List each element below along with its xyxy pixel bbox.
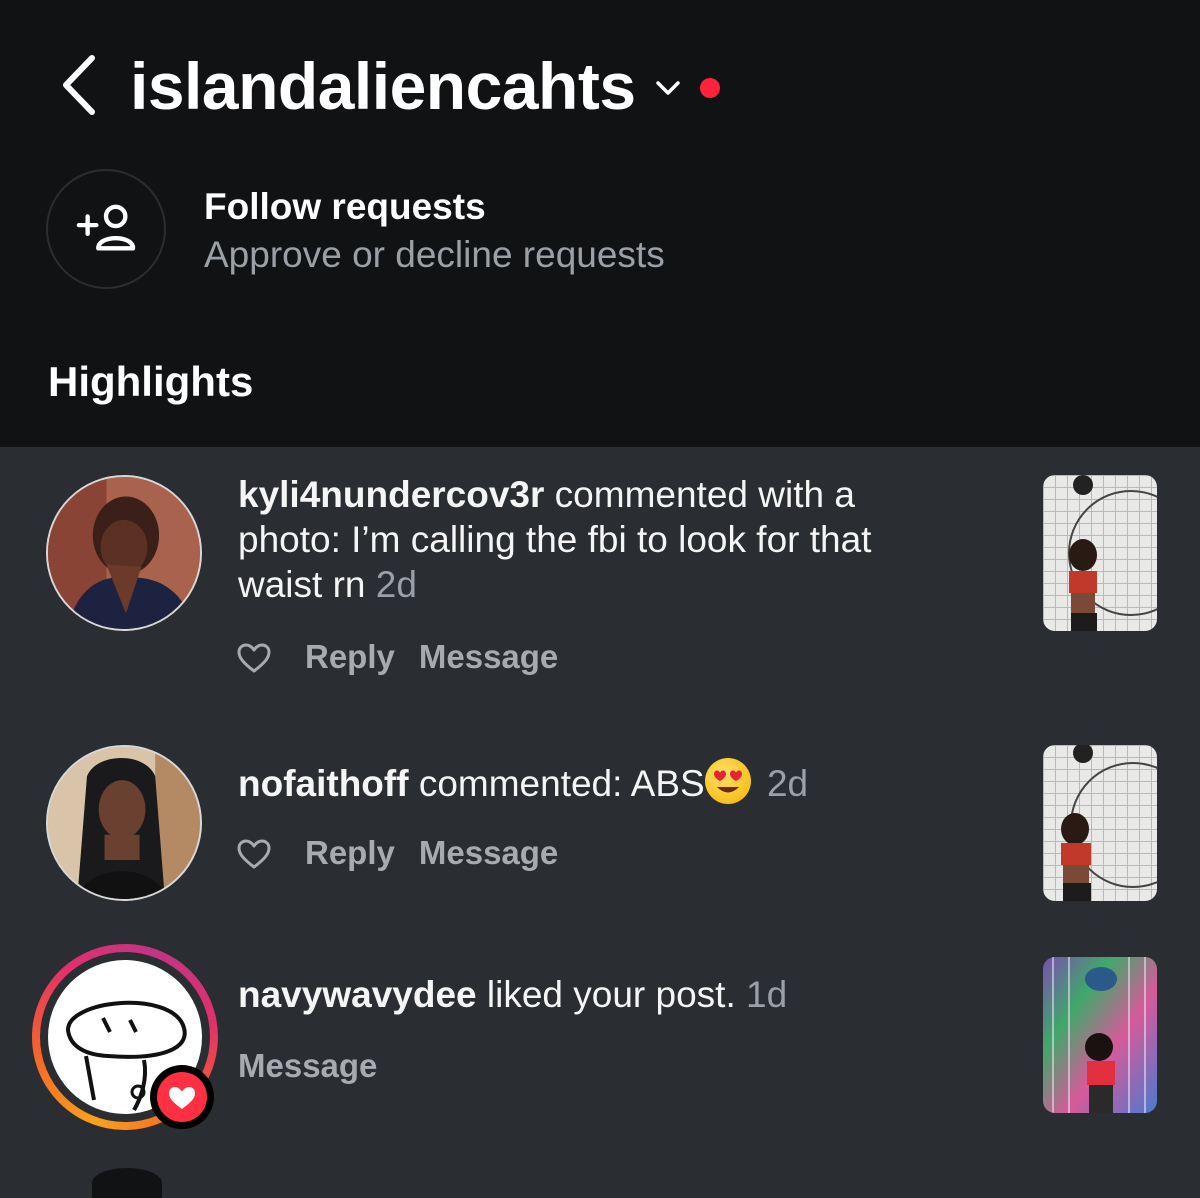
- thumbnail-photo: [1061, 745, 1157, 901]
- notification-text-3[interactable]: navywavydee liked your post. 1d: [238, 972, 787, 1017]
- notification-comment: photo: I’m calling the fbi to look for t…: [238, 519, 872, 560]
- post-thumbnail[interactable]: [1043, 745, 1157, 901]
- notification-text-1[interactable]: kyli4nundercov3r commented with a photo:…: [238, 472, 871, 607]
- follow-requests-icon-circle[interactable]: [46, 169, 166, 289]
- add-person-icon: [76, 204, 136, 251]
- notification-action: liked your post.: [476, 974, 736, 1015]
- notification-action: commented with a: [544, 474, 855, 515]
- chevron-down-icon[interactable]: [652, 76, 684, 100]
- avatar-photo: [48, 477, 200, 629]
- post-thumbnail[interactable]: [1043, 475, 1157, 631]
- message-button[interactable]: Message: [238, 1047, 377, 1084]
- unread-dot: [700, 78, 720, 98]
- header-area: islandaliencahts Follow requests Approve…: [0, 0, 1200, 447]
- notification-username[interactable]: navywavydee: [238, 974, 477, 1015]
- thumbnail-photo: [1068, 475, 1157, 631]
- section-title-highlights: Highlights: [48, 358, 254, 405]
- like-heart-icon[interactable]: [236, 838, 272, 870]
- follow-requests-title[interactable]: Follow requests: [204, 186, 486, 228]
- message-button[interactable]: Message: [419, 638, 558, 675]
- notification-actions-2: Reply Message: [305, 834, 582, 872]
- back-chevron-icon[interactable]: [52, 50, 112, 120]
- notification-time: 1d: [746, 974, 788, 1015]
- heart-filled-icon: [169, 1087, 195, 1109]
- follow-requests-subtitle: Approve or decline requests: [204, 234, 665, 275]
- reply-button[interactable]: Reply: [305, 834, 395, 871]
- avatar-photo: [48, 747, 200, 899]
- notification-username[interactable]: nofaithoff: [238, 763, 409, 804]
- notification-actions-3: Message: [238, 1047, 401, 1085]
- next-avatar-peek: [92, 1168, 162, 1198]
- notification-username[interactable]: kyli4nundercov3r: [238, 474, 544, 515]
- post-thumbnail[interactable]: [1043, 957, 1157, 1113]
- notification-text-2[interactable]: nofaithoff commented: ABS 2d: [238, 758, 808, 806]
- notification-actions-1: Reply Message: [305, 638, 582, 676]
- avatar-nofaithoff[interactable]: [46, 745, 202, 901]
- thumbnail-photo: [1043, 957, 1157, 1113]
- heart-eyes-emoji-icon: [704, 758, 751, 804]
- message-button[interactable]: Message: [419, 834, 558, 871]
- like-heart-icon[interactable]: [236, 642, 272, 674]
- account-username[interactable]: islandaliencahts: [130, 46, 636, 126]
- avatar-kyli4nundercov3r[interactable]: [46, 475, 202, 631]
- notification-comment-end: waist rn: [238, 564, 366, 605]
- notification-time: 2d: [766, 763, 809, 804]
- reply-button[interactable]: Reply: [305, 638, 395, 675]
- notification-time: 2d: [375, 564, 417, 605]
- notification-action: commented: ABS: [408, 763, 705, 804]
- like-badge: [150, 1065, 214, 1129]
